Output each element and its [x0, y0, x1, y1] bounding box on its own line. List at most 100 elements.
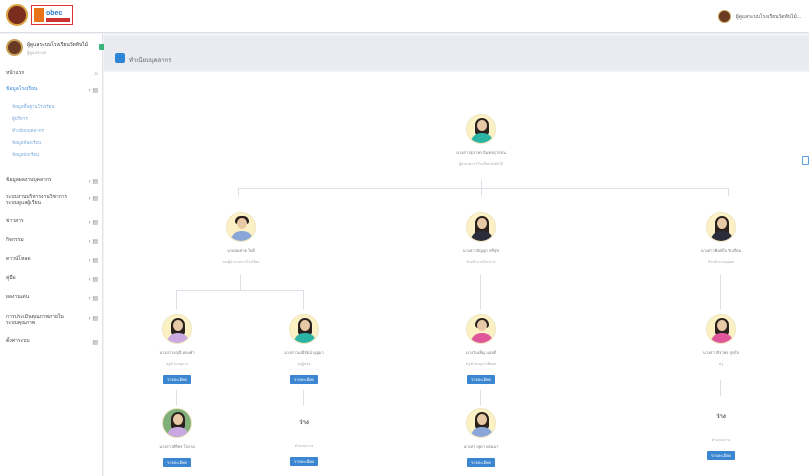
- sidebar-item-label: การประเมินคุณภาพภายใน ระบบคุณภาพ: [6, 314, 64, 326]
- sidebar-item-school-info[interactable]: ข้อมูลโรงเรียน ‹ ▤: [6, 86, 98, 96]
- connector-line: [303, 390, 304, 406]
- detail-button[interactable]: รายละเอียด: [289, 375, 319, 384]
- obec-logo[interactable]: obec: [31, 5, 73, 25]
- org-node[interactable]: นางวันเพ็ญ แสงดี ครูชำนาญการพิเศษ รายละเ…: [426, 314, 536, 386]
- node-position: ผู้อำนวยการโรงเรียนวัดทับไม้: [458, 162, 504, 166]
- profile-photo: [466, 212, 496, 242]
- org-node-director[interactable]: นางสาวสุภาพร อินทรสุวรรณ ผู้อำนวยการโรงเ…: [426, 114, 536, 167]
- sidebar-item-news[interactable]: ข่าวสาร ‹ ▤: [6, 218, 98, 228]
- book-icon: ‹ ▤: [88, 196, 98, 202]
- sidebar-subitem[interactable]: ข้อมูลพื้นฐานโรงเรียน: [12, 103, 54, 110]
- sidebar-item-label: หน้าแรก: [6, 70, 25, 76]
- sidebar-subitem[interactable]: ผู้บริหาร: [12, 115, 28, 122]
- profile-photo: [226, 212, 256, 242]
- org-node-vacant[interactable]: ว่าง ตำแหน่งว่าง รายละเอียด: [666, 402, 776, 462]
- star-icon: ‹ ▤: [88, 296, 98, 302]
- node-position: ครูชำนาญการพิเศษ: [466, 362, 496, 366]
- sidebar: ผู้ดูแลระบบโรงเรียนวัดทับไม้ ผู้ดูแลระบบ…: [0, 34, 105, 476]
- sidebar-item-download[interactable]: ดาวน์โหลด ‹ ▤: [6, 256, 98, 266]
- sidebar-item-academic[interactable]: ระบบงานบริหารงานวิชาการ ระบบดูแลผู้เรียน…: [6, 194, 98, 210]
- chart-icon: ‹ ▤: [88, 316, 98, 322]
- school-seal-logo[interactable]: [6, 4, 28, 26]
- node-name: นางสาวจิราพร สุขใจ: [703, 350, 739, 355]
- sidebar-item-settings[interactable]: ตั้งค่าระบบ ▤: [6, 338, 98, 348]
- sidebar-item-manual[interactable]: คู่มือ ‹ ▤: [6, 275, 98, 285]
- profile-photo: [289, 314, 319, 344]
- top-bar: obec ผู้ดูแลระบบโรงเรียนวัดทับไม้...: [0, 0, 809, 33]
- org-node[interactable]: นางสาวมณีรัตน์ บุญมา ครูผู้ช่วย รายละเอี…: [249, 314, 359, 386]
- sidebar-item-home[interactable]: หน้าแรก ⌂: [6, 70, 98, 80]
- connector-line: [238, 188, 239, 196]
- detail-button[interactable]: รายละเอียด: [289, 457, 319, 466]
- profile-photo: [706, 212, 736, 242]
- profile-photo: [162, 314, 192, 344]
- sidebar-item-label: ข้อมูลโรงเรียน: [6, 86, 38, 92]
- node-name: นางสาวมณีรัตน์ บุญมา: [284, 350, 324, 355]
- print-icon[interactable]: [802, 156, 809, 165]
- download-icon: ‹ ▤: [88, 258, 98, 264]
- org-node[interactable]: นางสาวกัญญา ศรีสุข หัวหน้างานวิชาการ: [426, 212, 536, 265]
- org-node[interactable]: นางสาวจิราพร สุขใจ ครู: [666, 314, 776, 367]
- detail-button[interactable]: รายละเอียด: [706, 451, 736, 460]
- profile-photo: [162, 408, 192, 438]
- org-node[interactable]: นางสาวพิมพ์ใจ รักเรียน หัวหน้างานบุคคล: [666, 212, 776, 265]
- sidebar-item-staff-works[interactable]: ข้อมูลผลงานบุคลากร ‹ ▤: [6, 177, 98, 187]
- node-name: นางสาวสุดา พรมมา: [463, 444, 499, 449]
- org-node[interactable]: นางสาวอรุณี ทองคำ ครูชำนาญการ รายละเอียด: [122, 314, 232, 386]
- org-node[interactable]: นางสาวศิริพร ใจงาม รายละเอียด: [122, 408, 232, 469]
- connector-line: [303, 290, 304, 310]
- node-name: นางสาวกัญญา ศรีสุข: [462, 248, 500, 253]
- node-position: ครูผู้ช่วย: [297, 362, 311, 366]
- node-position: หัวหน้างานวิชาการ: [466, 260, 496, 264]
- connector-line: [480, 274, 481, 310]
- sidebar-subitem[interactable]: ข้อมูลนักเรียน: [12, 151, 39, 158]
- node-position: ครูชำนาญการ: [166, 362, 188, 366]
- sidebar-item-label: คู่มือ: [6, 275, 16, 281]
- avatar: [717, 10, 731, 23]
- sidebar-item-label: ดาวน์โหลด: [6, 256, 31, 262]
- sidebar-user: ผู้ดูแลระบบโรงเรียนวัดทับไม้ ผู้ดูแลระบบ: [6, 38, 105, 58]
- detail-button[interactable]: รายละเอียด: [162, 458, 192, 467]
- sidebar-item-label: ระบบงานบริหารงานวิชาการ ระบบดูแลผู้เรียน: [6, 194, 68, 206]
- node-name: นางวันเพ็ญ แสงดี: [465, 350, 496, 355]
- node-name: นางสาวสุภาพร อินทรสุวรรณ: [456, 150, 506, 155]
- profile-photo: [466, 314, 496, 344]
- sidebar-item-activities[interactable]: กิจกรรม ‹ ▤: [6, 237, 98, 247]
- main-content: ทำเนียบบุคลากร นางสาวสุภาพร อินทรสุวรรณ …: [104, 34, 809, 476]
- detail-button[interactable]: รายละเอียด: [466, 458, 496, 467]
- sidebar-subitem[interactable]: ทำเนียบบุคลากร: [12, 127, 44, 134]
- sidebar-subitem[interactable]: ข้อมูลห้องเรียน: [12, 139, 41, 146]
- node-position: ตำแหน่งว่าง: [294, 444, 314, 448]
- calendar-icon: ‹ ▤: [88, 239, 98, 245]
- node-position: ตำแหน่งว่าง: [711, 438, 731, 442]
- sidebar-user-role: ผู้ดูแลระบบ: [27, 50, 47, 55]
- connector-line: [176, 290, 303, 291]
- detail-button[interactable]: รายละเอียด: [162, 375, 192, 384]
- node-name: นายสมชาย ใจดี: [227, 248, 255, 253]
- sidebar-item-quality[interactable]: การประเมินคุณภาพภายใน ระบบคุณภาพ ‹ ▤: [6, 314, 98, 330]
- gear-icon: ▤: [92, 340, 98, 346]
- org-node[interactable]: นายสมชาย ใจดี รองผู้อำนวยการโรงเรียน: [186, 212, 296, 265]
- detail-button[interactable]: รายละเอียด: [466, 375, 496, 384]
- sidebar-item-label: กิจกรรม: [6, 237, 24, 243]
- page-title-icon: [115, 53, 125, 63]
- school-icon: ‹ ▤: [88, 88, 98, 94]
- connector-line: [240, 274, 241, 290]
- node-position: รองผู้อำนวยการโรงเรียน: [222, 260, 260, 264]
- user-name: ผู้ดูแลระบบโรงเรียนวัดทับไม้...: [735, 13, 801, 20]
- org-chart-panel: นางสาวสุภาพร อินทรสุวรรณ ผู้อำนวยการโรงเ…: [104, 72, 809, 476]
- connector-line: [176, 290, 177, 310]
- connector-line: [728, 188, 729, 196]
- connector-line: [720, 380, 721, 396]
- sidebar-item-label: ผลงานเด่น: [6, 294, 30, 300]
- org-node-vacant[interactable]: ว่าง ตำแหน่งว่าง รายละเอียด: [249, 408, 359, 468]
- sidebar-item-highlights[interactable]: ผลงานเด่น ‹ ▤: [6, 294, 98, 304]
- page-title: ทำเนียบบุคลากร: [129, 58, 172, 64]
- avatar: [6, 39, 23, 56]
- connector-line: [720, 274, 721, 310]
- org-node[interactable]: นางสาวสุดา พรมมา รายละเอียด: [426, 408, 536, 469]
- user-menu[interactable]: ผู้ดูแลระบบโรงเรียนวัดทับไม้...: [717, 10, 801, 23]
- profile-photo: [466, 408, 496, 438]
- node-position: หัวหน้างานบุคคล: [707, 260, 735, 264]
- node-position: ครู: [718, 362, 724, 366]
